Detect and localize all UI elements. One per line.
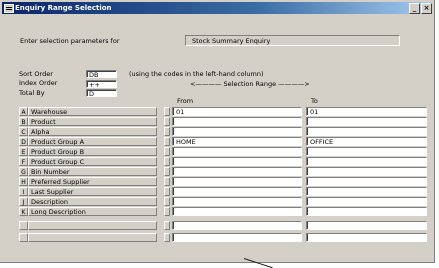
row-description: Description — [28, 197, 157, 206]
to-field[interactable] — [306, 117, 427, 126]
row-code: F — [19, 157, 28, 166]
row-description: Product Group C — [28, 157, 157, 166]
from-field[interactable] — [172, 167, 302, 176]
row-description: Preferred Supplier — [28, 177, 157, 186]
range-row — [19, 233, 427, 243]
to-field[interactable]: OFFICE — [306, 137, 427, 146]
row-description: Long Description — [28, 207, 157, 216]
from-lookup-button[interactable] — [164, 107, 170, 116]
to-column-header: To — [311, 97, 318, 105]
range-row: C Alpha — [19, 127, 427, 137]
row-code: I — [19, 187, 28, 196]
from-lookup-button[interactable] — [164, 117, 170, 126]
to-field[interactable] — [306, 221, 427, 230]
from-lookup-button[interactable] — [164, 147, 170, 156]
system-menu-icon[interactable] — [4, 4, 14, 13]
to-field[interactable]: 01 — [306, 107, 427, 116]
row-description: Alpha — [28, 127, 157, 136]
selection-range-header: <———— Selection Range ————> — [190, 80, 310, 88]
row-description: Product — [28, 117, 157, 126]
from-lookup-button[interactable] — [164, 177, 170, 186]
range-row: H Preferred Supplier — [19, 177, 427, 187]
total-by-field[interactable]: D — [86, 89, 117, 97]
total-by-label: Total By — [19, 89, 45, 97]
to-field[interactable] — [306, 207, 427, 216]
to-field[interactable] — [306, 147, 427, 156]
row-description — [28, 221, 157, 230]
from-lookup-button[interactable] — [164, 221, 170, 230]
row-code: C — [19, 127, 28, 136]
to-field[interactable] — [306, 187, 427, 196]
row-description: Product Group B — [28, 147, 157, 156]
from-field[interactable] — [172, 187, 302, 196]
row-description: Last Supplier — [28, 187, 157, 196]
row-code: G — [19, 167, 28, 176]
range-row: D Product Group A HOME OFFICE — [19, 137, 427, 147]
params-label: Enter selection parameters for — [20, 37, 120, 45]
to-field[interactable] — [306, 167, 427, 176]
row-code: E — [19, 147, 28, 156]
enquiry-range-window: Enquiry Range Selection _ × Enter select… — [0, 0, 435, 263]
from-lookup-button[interactable] — [164, 127, 170, 136]
range-row: E Product Group B — [19, 147, 427, 157]
sort-order-hint: (using the codes in the left-hand column… — [129, 70, 264, 78]
row-code — [19, 233, 28, 242]
to-field[interactable] — [306, 157, 427, 166]
from-lookup-button[interactable] — [164, 137, 170, 146]
range-row: A Warehouse 01 01 — [19, 107, 427, 117]
range-row: F Product Group C — [19, 157, 427, 167]
row-code: A — [19, 107, 28, 116]
from-field[interactable]: HOME — [172, 137, 302, 146]
from-lookup-button[interactable] — [164, 157, 170, 166]
index-order-label: Index Order — [19, 79, 58, 87]
sort-order-label: Sort Order — [19, 70, 53, 78]
from-field[interactable] — [172, 177, 302, 186]
row-code: H — [19, 177, 28, 186]
range-row: G Bin Number — [19, 167, 427, 177]
from-lookup-button[interactable] — [164, 197, 170, 206]
row-code: D — [19, 137, 28, 146]
from-lookup-button[interactable] — [164, 207, 170, 216]
from-column-header: From — [177, 97, 194, 105]
row-description: Bin Number — [28, 167, 157, 176]
to-field[interactable] — [306, 197, 427, 206]
row-description — [28, 233, 157, 242]
row-code: K — [19, 207, 28, 216]
from-field[interactable] — [172, 221, 302, 230]
close-button[interactable]: × — [421, 3, 432, 14]
row-code: B — [19, 117, 28, 126]
minimize-button[interactable]: _ — [409, 3, 420, 14]
from-field[interactable] — [172, 117, 302, 126]
range-row — [19, 221, 427, 231]
to-field[interactable] — [306, 233, 427, 242]
row-code — [19, 221, 28, 230]
from-field[interactable] — [172, 233, 302, 242]
from-field[interactable] — [172, 147, 302, 156]
range-row: J Description — [19, 197, 427, 207]
from-field[interactable] — [172, 157, 302, 166]
enquiry-name-display: Stock Summary Enquiry — [185, 35, 400, 46]
range-row: K Long Description — [19, 207, 427, 217]
from-lookup-button[interactable] — [164, 187, 170, 196]
title-bar: Enquiry Range Selection _ × — [2, 2, 432, 14]
row-description: Warehouse — [28, 107, 157, 116]
from-lookup-button[interactable] — [164, 233, 170, 242]
to-field[interactable] — [306, 177, 427, 186]
range-row: B Product — [19, 117, 427, 127]
from-lookup-button[interactable] — [164, 167, 170, 176]
from-field[interactable]: 01 — [172, 107, 302, 116]
from-field[interactable] — [172, 127, 302, 136]
sort-order-field[interactable]: DB — [86, 70, 117, 78]
to-field[interactable] — [306, 127, 427, 136]
from-field[interactable] — [172, 197, 302, 206]
range-row: I Last Supplier — [19, 187, 427, 197]
row-description: Product Group A — [28, 137, 157, 146]
index-order-field[interactable]: ++ — [86, 80, 117, 88]
row-code: J — [19, 197, 28, 206]
from-field[interactable] — [172, 207, 302, 216]
window-title: Enquiry Range Selection — [15, 4, 112, 12]
